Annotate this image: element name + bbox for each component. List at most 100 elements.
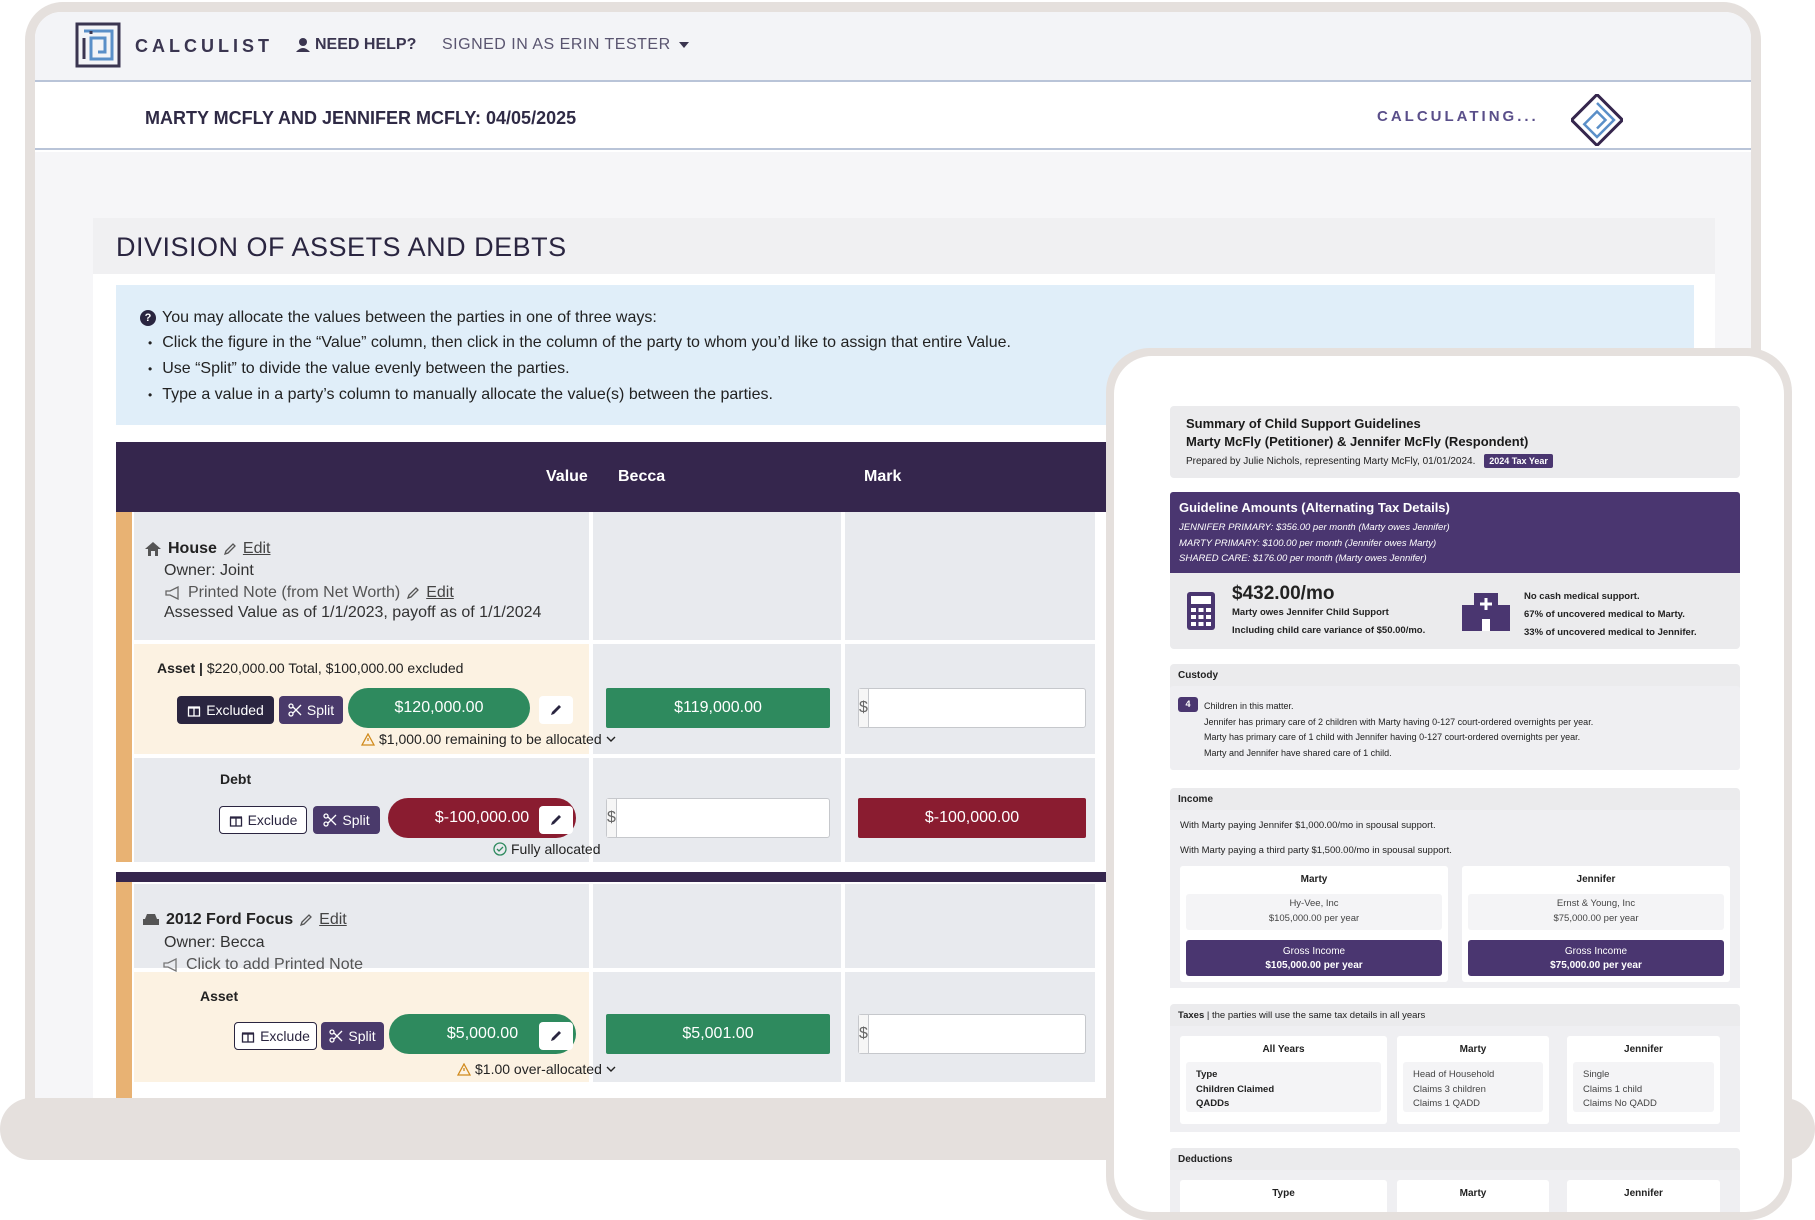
income-line: With Marty paying Jennifer $1,000.00/mo … <box>1180 820 1436 831</box>
income-party-card: Marty Hy-Vee, Inc $105,000.00 per year G… <box>1180 866 1448 982</box>
taxes-note: | the parties will use the same tax deta… <box>1206 1010 1426 1021</box>
mark-amount-field[interactable]: $ <box>858 1014 1092 1054</box>
printed-note-label: Printed Note (from Net Worth) <box>188 584 401 601</box>
mark-amount-input[interactable] <box>868 689 1092 727</box>
tax-detail-line: Children Claimed <box>1196 1083 1275 1095</box>
printed-note-row: Printed Note (from Net Worth) Edit <box>164 584 454 602</box>
becca-amount-field[interactable]: $ <box>606 798 840 838</box>
calculator-icon <box>1187 592 1215 630</box>
chevron-down-icon <box>678 42 689 48</box>
tax-detail-line: Claims 1 QADD <box>1413 1098 1481 1109</box>
edit-item-link[interactable]: Edit <box>243 540 271 558</box>
income-card: Income With Marty paying Jennifer $1,000… <box>1170 788 1740 988</box>
item-owner: Owner: Becca <box>164 934 265 951</box>
tax-column: All Years Type Children Claimed QADDs <box>1180 1036 1387 1124</box>
excluded-label: Excluded <box>206 702 264 718</box>
gross-income-box: Gross Income $105,000.00 per year <box>1186 940 1442 976</box>
income-party-name: Jennifer <box>1576 874 1616 885</box>
mark-amount-input[interactable] <box>868 1015 1092 1053</box>
tax-detail-box: Type Children Claimed QADDs <box>1186 1062 1381 1112</box>
support-line: Including child care variance of $50.00/… <box>1232 625 1426 636</box>
tax-column: Jennifer Single Claims 1 child Claims No… <box>1567 1036 1720 1124</box>
mark-amount-field[interactable]: $ <box>858 688 1092 728</box>
section-header: DIVISION OF ASSETS AND DEBTS <box>93 218 1715 274</box>
split-button[interactable]: Split <box>321 1022 384 1050</box>
exclude-button[interactable]: Exclude <box>234 1022 317 1050</box>
custody-line: Marty and Jennifer have shared care of 1… <box>1204 747 1392 758</box>
pencil-icon <box>551 1031 561 1041</box>
guideline-title: Guideline Amounts (Alternating Tax Detai… <box>1179 500 1450 515</box>
edit-item-link[interactable]: Edit <box>319 911 347 929</box>
asset-label: Asset <box>157 660 196 676</box>
exclude-label: Exclude <box>260 1028 310 1044</box>
deduction-column-head: Type <box>1272 1188 1295 1199</box>
employer-amount: $105,000.00 per year <box>1268 913 1360 924</box>
calculating-status: CALCULATING... <box>1377 108 1539 125</box>
prepared-by-row: Prepared by Julie Nichols, representing … <box>1186 454 1553 468</box>
question-icon: ? <box>140 310 156 326</box>
prepared-by: Prepared by Julie Nichols, representing … <box>1186 456 1476 467</box>
account-menu[interactable]: SIGNED IN AS ERIN TESTER <box>442 36 689 54</box>
megaphone-icon <box>165 586 179 600</box>
tax-detail-line: Claims 3 children <box>1413 1083 1486 1095</box>
gross-income-label: Gross Income <box>1282 946 1346 957</box>
megaphone-icon <box>163 958 177 972</box>
calculist-logo-icon[interactable] <box>75 22 121 68</box>
becca-amount-input[interactable] <box>616 799 840 837</box>
employer-box: Ernst & Young, Inc $75,000.00 per year <box>1468 894 1724 930</box>
item-name: 2012 Ford Focus <box>166 911 294 928</box>
edit-note-link[interactable]: Edit <box>426 584 454 602</box>
tax-detail-line: QADDs <box>1196 1098 1230 1109</box>
guideline-line: MARTY PRIMARY: $100.00 per month (Jennif… <box>1179 537 1437 549</box>
calculating-spinner-icon <box>1571 94 1623 146</box>
custody-line: Marty has primary care of 1 child with J… <box>1204 732 1581 742</box>
split-label: Split <box>306 702 335 718</box>
case-title: MARTY MCFLY AND JENNIFER MCFLY: 04/05/20… <box>145 108 577 128</box>
tax-detail-line: Type <box>1196 1069 1218 1080</box>
item-header-cell <box>593 512 841 640</box>
gross-income-value: $105,000.00 per year <box>1265 960 1363 971</box>
taxes-title: Taxes <box>1178 1010 1205 1021</box>
excluded-button[interactable]: Excluded <box>177 696 274 724</box>
support-line: Marty owes Jennifer Child Support <box>1232 607 1389 618</box>
edit-value-button[interactable] <box>539 1022 573 1050</box>
mark-allocated-value[interactable]: $-100,000.00 <box>858 798 1086 838</box>
tax-column: Marty Head of Household Claims 3 childre… <box>1397 1036 1549 1124</box>
custody-card: Custody 4 Children in this matter. Jenni… <box>1170 664 1740 770</box>
tax-column-head: Marty <box>1459 1044 1487 1055</box>
item-header-cell <box>593 884 841 968</box>
becca-allocated-value[interactable]: $119,000.00 <box>606 688 830 728</box>
gift-icon <box>188 706 201 717</box>
edit-value-button[interactable] <box>539 696 573 724</box>
medical-line: No cash medical support. <box>1524 591 1640 602</box>
tax-detail-line: Single <box>1583 1069 1610 1080</box>
allocation-status-text: $1.00 over-allocated <box>475 1061 602 1077</box>
page-title: DIVISION OF ASSETS AND DEBTS <box>116 232 567 262</box>
user-help-icon <box>296 38 310 52</box>
debt-label: Debt <box>220 771 252 787</box>
deduction-column-head: Jennifer <box>1624 1188 1663 1199</box>
employer-box: Hy-Vee, Inc $105,000.00 per year <box>1186 894 1442 930</box>
employer-name: Ernst & Young, Inc <box>1556 898 1636 909</box>
income-party-card: Jennifer Ernst & Young, Inc $75,000.00 p… <box>1462 866 1730 982</box>
allocation-status: Fully allocated <box>493 841 601 857</box>
allocation-status[interactable]: $1.00 over-allocated <box>457 1061 616 1077</box>
column-header-mark: Mark <box>864 468 902 485</box>
house-icon <box>145 542 161 556</box>
exclude-button[interactable]: Exclude <box>219 806 307 834</box>
asset-value-pill[interactable]: $120,000.00 <box>348 688 530 728</box>
dollar-prefix: $ <box>607 799 617 837</box>
split-button[interactable]: Split <box>313 806 380 834</box>
tax-detail-line: Head of Household <box>1413 1069 1495 1080</box>
need-help-link[interactable]: NEED HELP? <box>295 36 416 54</box>
pencil-icon <box>407 587 420 600</box>
chevron-down-icon <box>606 736 616 742</box>
split-button[interactable]: Split <box>279 696 343 724</box>
children-count-badge: 4 <box>1178 697 1198 712</box>
becca-allocated-value[interactable]: $5,001.00 <box>606 1014 830 1054</box>
allocation-status[interactable]: $1,000.00 remaining to be allocated <box>361 731 616 747</box>
need-help-label: NEED HELP? <box>315 36 417 53</box>
tax-detail-line: Claims No QADD <box>1583 1098 1657 1109</box>
edit-value-button[interactable] <box>539 806 573 834</box>
signed-in-label: SIGNED IN AS ERIN TESTER <box>442 36 671 53</box>
